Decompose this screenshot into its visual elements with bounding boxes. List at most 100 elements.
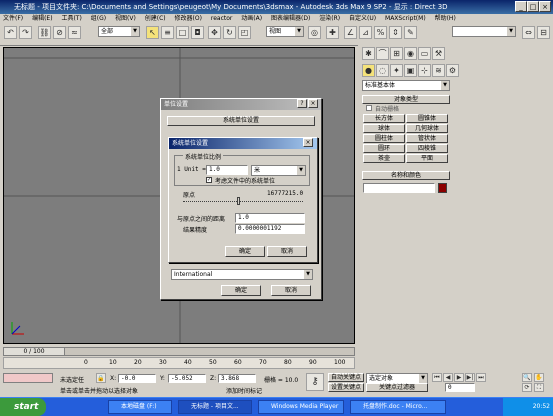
close-icon[interactable]: × [308, 99, 318, 108]
unlink-icon[interactable]: ⊘ [53, 26, 66, 39]
distance-input[interactable]: 1.0 [235, 213, 305, 223]
maximize-button[interactable]: □ [527, 1, 539, 12]
z-coord-field[interactable]: 3.868 [218, 374, 256, 383]
reference-coordinate-select[interactable]: 视图 ▼ [266, 26, 304, 37]
torus-button[interactable]: 圆环 [363, 144, 405, 153]
systems-icon[interactable]: ⚙ [446, 64, 459, 77]
unit-type-select[interactable]: 米 ▼ [251, 165, 306, 176]
window-crossing-icon[interactable]: ◘ [191, 26, 204, 39]
units-cancel-button[interactable]: 取消 [271, 285, 311, 296]
bind-space-warp-icon[interactable]: ≈ [68, 26, 81, 39]
pan-icon[interactable]: ✋ [534, 373, 544, 382]
display-units-select[interactable]: International ▼ [171, 269, 313, 280]
menu-tools[interactable]: 工具(T) [61, 15, 81, 22]
select-link-icon[interactable]: ⛓ [38, 26, 51, 39]
plane-button[interactable]: 平面 [406, 154, 448, 163]
maximize-viewport-icon[interactable]: ⛶ [534, 383, 544, 392]
next-frame-icon[interactable]: ▶| [465, 373, 475, 382]
percent-snap-icon[interactable]: % [374, 26, 387, 39]
sphere-button[interactable]: 球体 [363, 124, 405, 133]
menu-customize[interactable]: 自定义(U) [349, 15, 376, 22]
pyramid-button[interactable]: 四棱锥 [406, 144, 448, 153]
name-color-rollout[interactable]: 名称和颜色 [362, 171, 450, 180]
select-move-icon[interactable]: ✥ [208, 26, 221, 39]
menu-maxscript[interactable]: MAXScript(M) [385, 15, 426, 22]
set-key-button[interactable]: 设置关键点 [328, 383, 364, 392]
time-slider[interactable]: 0 / 100 [3, 347, 355, 356]
zoom-icon[interactable]: 🔍 [522, 373, 532, 382]
select-rotate-icon[interactable]: ↻ [223, 26, 236, 39]
task-word-doc[interactable]: 托盘制作.doc - Micro... [350, 400, 446, 414]
cameras-icon[interactable]: ▣ [404, 64, 417, 77]
menu-animation[interactable]: 动画(A) [241, 15, 262, 22]
selection-filter-select[interactable]: 全部 ▼ [98, 26, 140, 37]
menu-group[interactable]: 组(G) [91, 15, 106, 22]
frame-counter[interactable]: 0 / 100 [4, 348, 65, 355]
start-button[interactable]: start [0, 398, 46, 416]
hierarchy-tab-icon[interactable]: ⊞ [390, 47, 403, 60]
minimize-button[interactable]: _ [515, 1, 527, 12]
respect-system-units-checkbox[interactable]: ✓ [206, 177, 212, 183]
undo-icon[interactable]: ↶ [4, 26, 17, 39]
display-tab-icon[interactable]: ▭ [418, 47, 431, 60]
origin-slider-track[interactable] [183, 201, 303, 204]
close-button[interactable]: × [539, 1, 551, 12]
edit-named-selection-icon[interactable]: ✎ [404, 26, 417, 39]
cylinder-button[interactable]: 圆柱体 [363, 134, 405, 143]
current-frame-field[interactable]: 0 [445, 383, 475, 392]
redo-icon[interactable]: ↷ [19, 26, 32, 39]
shapes-icon[interactable]: ◌ [376, 64, 389, 77]
primitive-category-select[interactable]: 标准基本体 ▼ [362, 80, 450, 91]
menu-graph-editors[interactable]: 图表编辑器(D) [271, 15, 310, 22]
teapot-button[interactable]: 茶壶 [363, 154, 405, 163]
pivot-center-icon[interactable]: ◎ [308, 26, 321, 39]
unit-scale-input[interactable]: 1.0 [206, 165, 248, 175]
utilities-tab-icon[interactable]: ⚒ [432, 47, 445, 60]
select-manipulate-icon[interactable]: ✚ [326, 26, 339, 39]
add-time-tag[interactable]: 添加时间标记 [226, 386, 262, 395]
goto-start-icon[interactable]: ⏮ [432, 373, 442, 382]
object-color-swatch[interactable] [438, 183, 447, 193]
task-local-disk[interactable]: 本地磁盘 (F:) [108, 400, 172, 414]
key-filters-button[interactable]: 关键点过滤器 [366, 383, 428, 392]
object-type-rollout[interactable]: 对象类型 [362, 95, 450, 104]
spinner-snap-icon[interactable]: ⇕ [389, 26, 402, 39]
close-icon[interactable]: × [303, 138, 313, 147]
task-media-player[interactable]: Windows Media Player [258, 400, 344, 414]
menu-help[interactable]: 帮助(H) [435, 15, 456, 22]
box-button[interactable]: 长方体 [363, 114, 405, 123]
help-icon[interactable]: ? [297, 99, 307, 108]
snap-toggle-icon[interactable]: ∠ [344, 26, 357, 39]
prev-frame-icon[interactable]: ◀ [443, 373, 453, 382]
motion-tab-icon[interactable]: ◉ [404, 47, 417, 60]
menu-file[interactable]: 文件(F) [3, 15, 23, 22]
system-units-cancel-button[interactable]: 取消 [267, 246, 307, 257]
create-tab-icon[interactable]: ✱ [362, 47, 375, 60]
key-icon[interactable]: ⚷ [306, 373, 324, 391]
auto-key-button[interactable]: 自动关键点 [328, 373, 364, 382]
menu-edit[interactable]: 编辑(E) [32, 15, 52, 22]
mirror-icon[interactable]: ⇔ [522, 26, 535, 39]
menu-create[interactable]: 创建(C) [145, 15, 166, 22]
x-coord-field[interactable]: -0.0 [118, 374, 156, 383]
rectangular-selection-icon[interactable]: □ [176, 26, 189, 39]
menu-reactor[interactable]: reactor [211, 15, 233, 22]
menu-rendering[interactable]: 渲染(R) [319, 15, 340, 22]
align-icon[interactable]: ⊟ [537, 26, 550, 39]
system-unit-setup-button[interactable]: 系统单位设置 [167, 116, 315, 126]
origin-slider-thumb[interactable] [237, 197, 240, 205]
select-scale-icon[interactable]: ◰ [238, 26, 251, 39]
lights-icon[interactable]: ✦ [390, 64, 403, 77]
modify-tab-icon[interactable]: ⌒ [376, 47, 389, 60]
menu-modifiers[interactable]: 修改器(O) [175, 15, 202, 22]
helpers-icon[interactable]: ⊹ [418, 64, 431, 77]
space-warps-icon[interactable]: ≋ [432, 64, 445, 77]
goto-end-icon[interactable]: ⏭ [476, 373, 486, 382]
menu-views[interactable]: 视图(V) [115, 15, 136, 22]
select-by-name-icon[interactable]: ≡ [161, 26, 174, 39]
cone-button[interactable]: 圆锥体 [406, 114, 448, 123]
maxscript-listener[interactable] [3, 373, 53, 383]
angle-snap-icon[interactable]: ⊿ [359, 26, 372, 39]
named-selection-set-select[interactable]: ▼ [452, 26, 516, 37]
select-object-icon[interactable]: ↖ [146, 26, 159, 39]
